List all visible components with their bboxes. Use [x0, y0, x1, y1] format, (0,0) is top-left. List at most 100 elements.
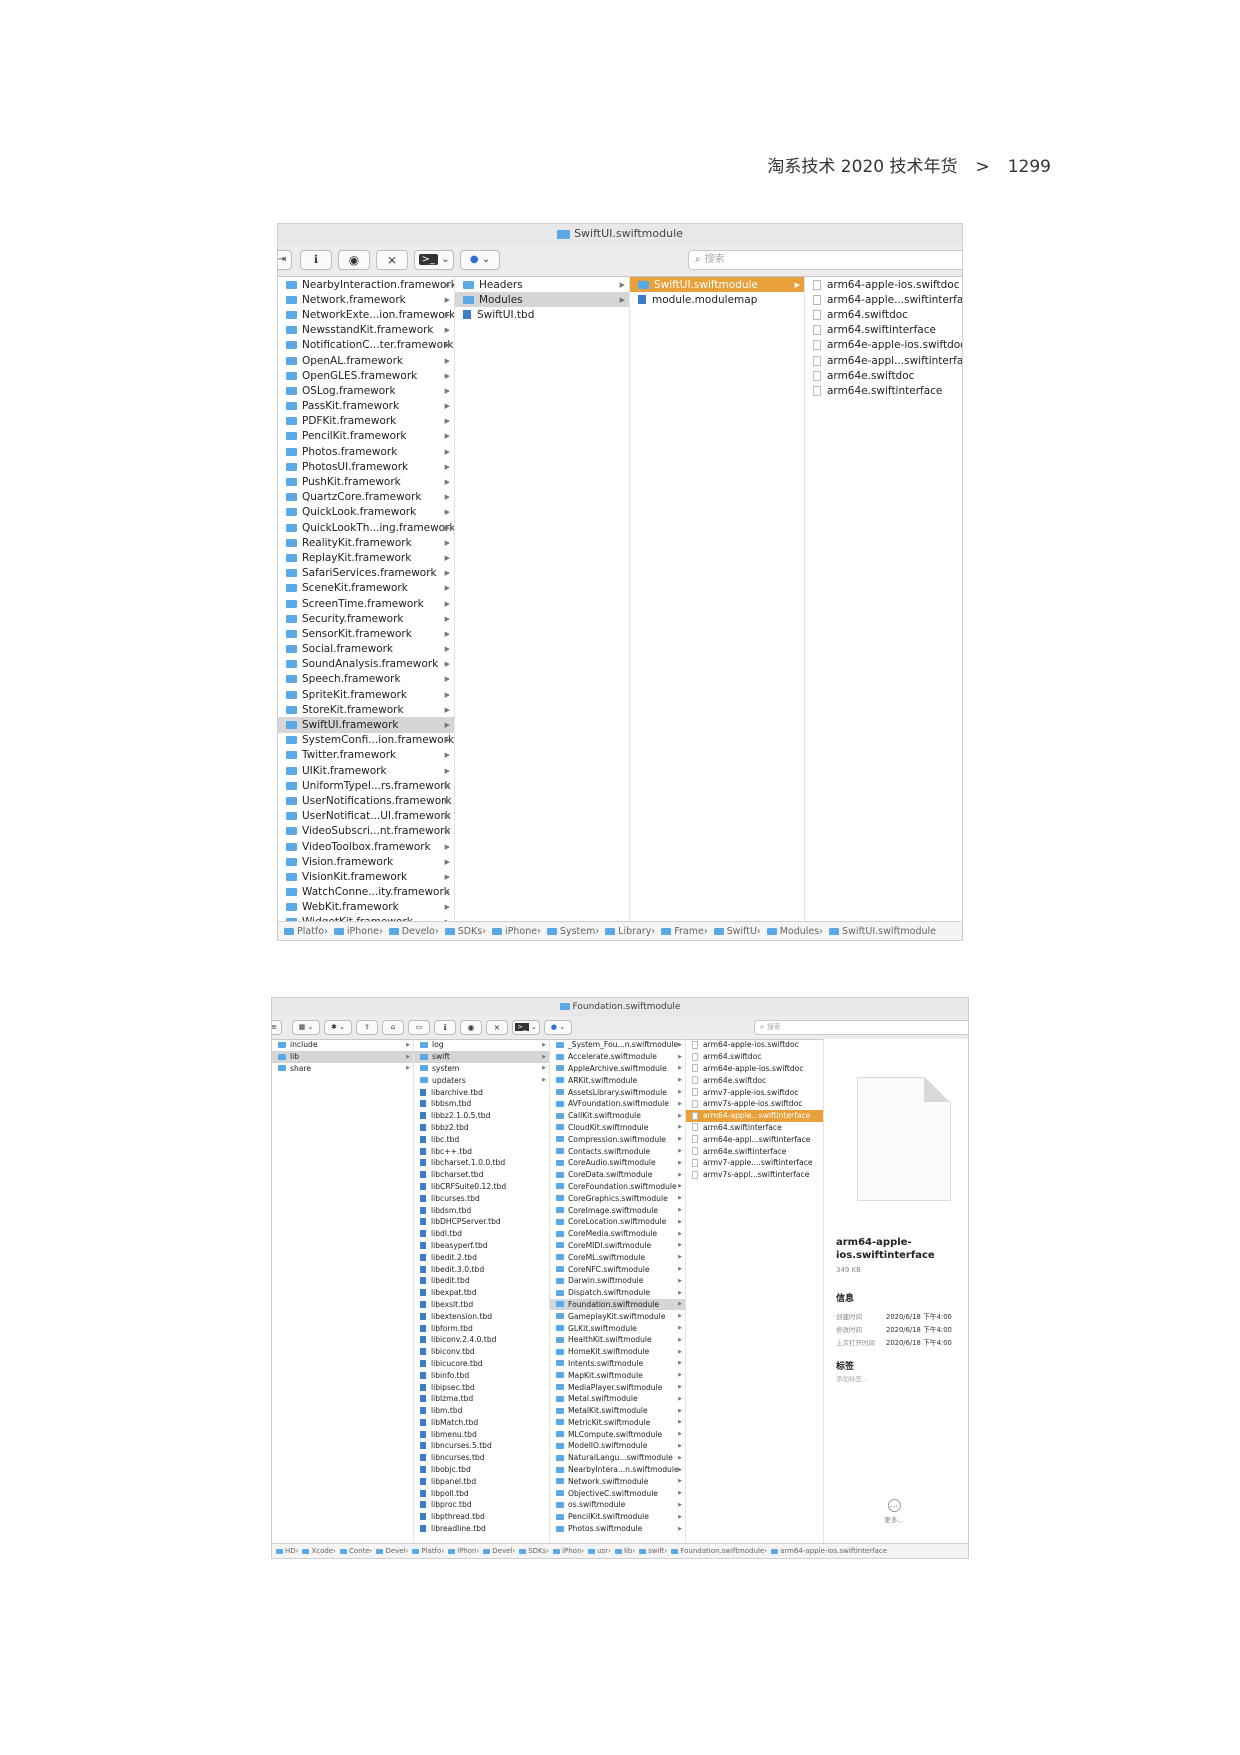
list-item[interactable]: ARKit.swiftmodule ▶ — [550, 1074, 685, 1086]
list-item[interactable]: VisionKit.framework ▶ — [278, 869, 454, 884]
list-item[interactable]: libeasyperf.tbd — [414, 1240, 549, 1252]
list-item[interactable]: arm64-apple...swiftinterface — [686, 1109, 823, 1122]
list-item[interactable]: arm64e.swiftdoc — [686, 1074, 823, 1086]
path-crumb[interactable]: Conte › — [336, 1547, 372, 1555]
path-crumb[interactable]: iPhon › — [549, 1547, 584, 1555]
list-item[interactable]: CoreFoundation.swiftmodule ▶ — [550, 1181, 685, 1193]
list-item[interactable]: NewsstandKit.framework ▶ — [278, 323, 454, 338]
list-item[interactable]: libobjc.tbd — [414, 1464, 549, 1476]
quick-look-eye-icon[interactable]: ◉ — [338, 250, 370, 270]
sourcetree-icon[interactable]: ● ⌄ — [460, 250, 500, 270]
list-item[interactable]: libpthread.tbd — [414, 1511, 549, 1523]
path-crumb[interactable]: iPhone › — [486, 926, 541, 937]
path-crumb[interactable]: SDKs › — [515, 1547, 549, 1555]
list-item[interactable]: Security.framework ▶ — [278, 611, 454, 626]
list-item[interactable]: libbz2.tbd — [414, 1122, 549, 1134]
list-item[interactable]: PhotosUI.framework ▶ — [278, 459, 454, 474]
list-item[interactable]: SwiftUI.tbd — [455, 307, 629, 322]
list-item[interactable]: arm64.swiftinterface — [686, 1122, 823, 1134]
list-item[interactable]: CoreImage.swiftmodule ▶ — [550, 1204, 685, 1216]
list-item[interactable]: arm64e-appl...swiftinterface — [686, 1133, 823, 1145]
list-item[interactable]: armv7s-appl...swiftinterface — [686, 1169, 823, 1181]
path-crumb[interactable]: Foundation.swiftmodule › — [667, 1547, 767, 1555]
path-crumb[interactable]: HD › — [272, 1547, 298, 1555]
new-folder-icon[interactable]: ▭ — [408, 1020, 430, 1035]
list-item[interactable]: arm64.swiftdoc — [686, 1051, 823, 1063]
list-item[interactable]: arm64e-apple-ios.swiftdoc — [686, 1063, 823, 1075]
vscode-icon[interactable]: ⨯ — [486, 1020, 508, 1035]
list-item[interactable]: QuartzCore.framework ▶ — [278, 490, 454, 505]
share-icon[interactable]: ⇪ — [356, 1020, 378, 1035]
list-item[interactable]: RealityKit.framework ▶ — [278, 535, 454, 550]
list-item[interactable]: CallKit.swiftmodule ▶ — [550, 1110, 685, 1122]
group-icon[interactable]: ▦ ⌄ — [292, 1020, 320, 1035]
list-item[interactable]: SoundAnalysis.framework ▶ — [278, 657, 454, 672]
list-item[interactable]: Foundation.swiftmodule ▶ — [550, 1298, 685, 1311]
vscode-icon[interactable]: ⨯ — [376, 250, 408, 270]
path-crumb[interactable]: Platfo › — [278, 926, 328, 937]
view-list-icon[interactable]: ≡ — [272, 1020, 282, 1035]
list-item[interactable]: Compression.swiftmodule ▶ — [550, 1133, 685, 1145]
list-item[interactable]: armv7-apple-ios.swiftdoc — [686, 1086, 823, 1098]
path-crumb[interactable]: Frame › — [655, 926, 708, 937]
info-icon[interactable]: ℹ — [434, 1020, 456, 1035]
list-item[interactable]: NaturalLangu...swiftmodule ▶ — [550, 1452, 685, 1464]
tag-icon[interactable]: ⌂ — [382, 1020, 404, 1035]
path-crumb[interactable]: iPhone › — [328, 926, 383, 937]
list-item[interactable]: QuickLook.framework ▶ — [278, 505, 454, 520]
list-item[interactable]: SystemConfi...ion.framework ▶ — [278, 733, 454, 748]
list-item[interactable]: arm64e-appl...swiftinterface — [805, 353, 962, 368]
list-item[interactable]: MLCompute.swiftmodule ▶ — [550, 1428, 685, 1440]
list-item[interactable]: libbsm.tbd — [414, 1098, 549, 1110]
list-item[interactable]: CoreGraphics.swiftmodule ▶ — [550, 1192, 685, 1204]
list-item[interactable]: MetricKit.swiftmodule ▶ — [550, 1417, 685, 1429]
list-item[interactable]: SensorKit.framework ▶ — [278, 626, 454, 641]
path-crumb[interactable]: Develo › — [383, 926, 439, 937]
path-crumb[interactable]: SwiftUI.swiftmodule — [823, 926, 936, 937]
path-crumb[interactable]: Devel › — [372, 1547, 408, 1555]
list-item[interactable]: updaters ▶ — [414, 1074, 549, 1086]
list-item[interactable]: SpriteKit.framework ▶ — [278, 687, 454, 702]
list-item[interactable]: libiconv.2.4.0.tbd — [414, 1334, 549, 1346]
path-crumb[interactable]: SDKs › — [439, 926, 486, 937]
list-item[interactable]: PencilKit.swiftmodule ▶ — [550, 1511, 685, 1523]
list-item[interactable]: libextension.tbd — [414, 1310, 549, 1322]
list-item[interactable]: OpenGLES.framework ▶ — [278, 368, 454, 383]
list-item[interactable]: libncurses.tbd — [414, 1452, 549, 1464]
list-item[interactable]: UIKit.framework ▶ — [278, 763, 454, 778]
list-item[interactable]: ObjectiveC.swiftmodule ▶ — [550, 1487, 685, 1499]
list-item[interactable]: Social.framework ▶ — [278, 642, 454, 657]
path-crumb[interactable]: Modules › — [761, 926, 823, 937]
path-crumb[interactable]: lib › — [611, 1547, 635, 1555]
list-item[interactable]: libm.tbd — [414, 1405, 549, 1417]
list-item[interactable]: include ▶ — [272, 1039, 413, 1051]
list-item[interactable]: Photos.swiftmodule ▶ — [550, 1523, 685, 1535]
terminal-icon[interactable]: >_ ⌄ — [414, 250, 454, 270]
list-item[interactable]: libcharset.tbd — [414, 1169, 549, 1181]
list-item[interactable]: Modules ▶ — [455, 292, 629, 308]
path-crumb[interactable]: swift › — [635, 1547, 667, 1555]
list-item[interactable]: arm64-apple-ios.swiftdoc — [686, 1039, 823, 1051]
terminal-icon[interactable]: >_ ⌄ — [512, 1020, 540, 1035]
list-item[interactable]: libexpat.tbd — [414, 1287, 549, 1299]
list-item[interactable]: module.modulemap — [630, 292, 804, 307]
list-item[interactable]: PDFKit.framework ▶ — [278, 414, 454, 429]
list-item[interactable]: Darwin.swiftmodule ▶ — [550, 1275, 685, 1287]
list-item[interactable]: Network.swiftmodule ▶ — [550, 1475, 685, 1487]
tags-input[interactable]: 添加标签... — [836, 1373, 868, 1383]
quick-look-eye-icon[interactable]: ◉ — [460, 1020, 482, 1035]
list-item[interactable]: _System_Fou...n.swiftmodule ▶ — [550, 1039, 685, 1051]
path-crumb[interactable]: SwiftU › — [708, 926, 761, 937]
list-item[interactable]: libDHCPServer.tbd — [414, 1216, 549, 1228]
list-item[interactable]: share ▶ — [272, 1063, 413, 1075]
list-item[interactable]: arm64.swiftdoc — [805, 307, 962, 322]
list-item[interactable]: MapKit.swiftmodule ▶ — [550, 1369, 685, 1381]
list-item[interactable]: libipsec.tbd — [414, 1381, 549, 1393]
list-item[interactable]: CoreAudio.swiftmodule ▶ — [550, 1157, 685, 1169]
gear-icon[interactable]: ✱ ⌄ — [324, 1020, 352, 1035]
list-item[interactable]: OpenAL.framework ▶ — [278, 353, 454, 368]
list-item[interactable]: libpanel.tbd — [414, 1475, 549, 1487]
list-item[interactable]: VideoSubscri...nt.framework ▶ — [278, 824, 454, 839]
path-crumb[interactable]: arm64-apple-ios.swiftinterface — [767, 1547, 887, 1555]
list-item[interactable]: SafariServices.framework ▶ — [278, 566, 454, 581]
